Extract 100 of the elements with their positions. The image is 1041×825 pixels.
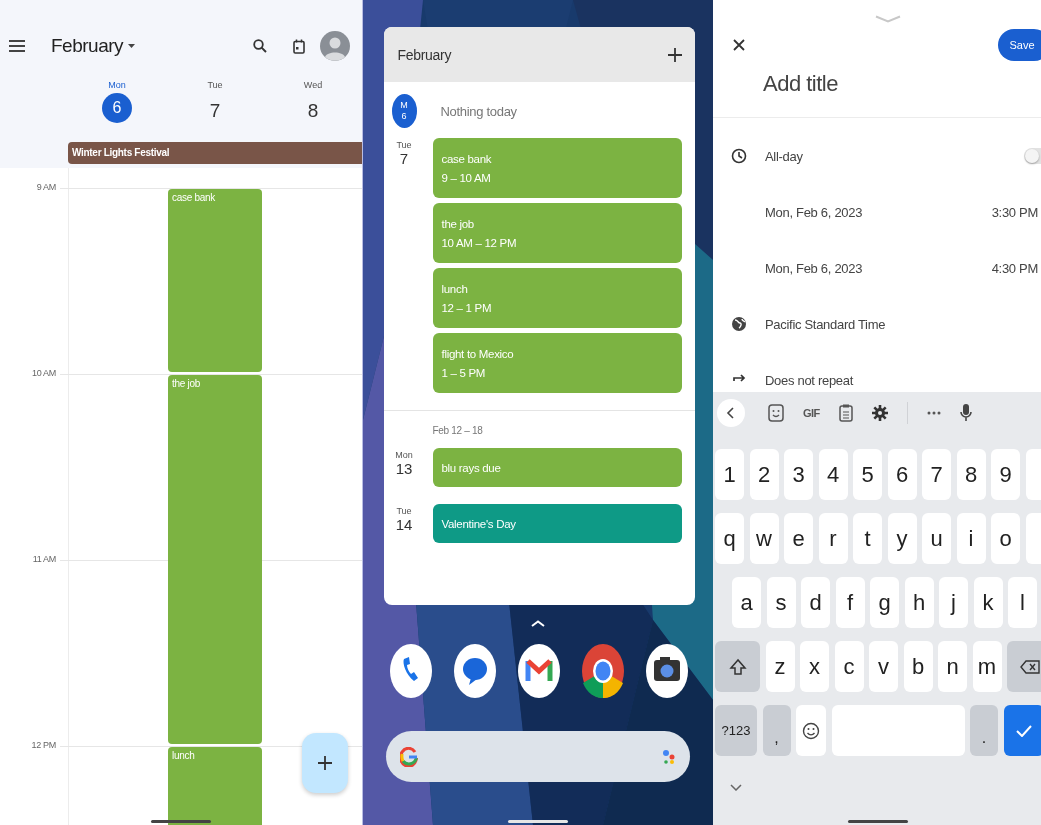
event-title: blu rays due	[441, 461, 502, 474]
keyboard-key[interactable]: x	[800, 641, 829, 692]
shift-key[interactable]	[715, 641, 760, 692]
globe-icon	[731, 316, 747, 332]
keyboard-key[interactable]: e	[784, 513, 813, 564]
weekday-label: Tue	[396, 506, 412, 516]
keyboard-key[interactable]: 3	[784, 449, 813, 500]
date-value[interactable]: Mon, Feb 6, 2023	[765, 260, 863, 276]
keyboard-key[interactable]: 2	[749, 449, 779, 500]
title-field[interactable]: Add title	[763, 69, 1023, 99]
month-selector[interactable]: February	[51, 35, 136, 57]
keyboard-key[interactable]: z	[765, 641, 795, 692]
keyboard-key[interactable]: t	[853, 513, 882, 564]
keyboard-key[interactable]: g	[870, 577, 899, 628]
sticker-icon[interactable]	[768, 404, 784, 422]
keyboard-key[interactable]: 4	[818, 449, 848, 500]
smiley-icon	[802, 721, 820, 740]
calendar-icon[interactable]	[293, 38, 305, 54]
keyboard-key[interactable]: m	[972, 641, 1002, 692]
colored-dots-icon[interactable]	[662, 747, 676, 766]
keyboard-key[interactable]: c	[834, 641, 864, 692]
date-number[interactable]: 6	[102, 93, 132, 123]
event-time: 1 – 5 PM	[441, 366, 487, 379]
chat-bubble-icon[interactable]	[453, 643, 497, 699]
keyboard-key[interactable]: n	[938, 641, 967, 692]
chevron-up-icon[interactable]	[531, 620, 545, 627]
keyboard-key[interactable]: y	[887, 513, 917, 564]
keyboard-key[interactable]: u	[922, 513, 951, 564]
keyboard-key[interactable]: a	[732, 577, 761, 628]
agenda-event[interactable]: Valentine's Day	[432, 504, 682, 543]
keyboard-key[interactable]: 6	[887, 449, 917, 500]
menu-icon[interactable]	[9, 40, 25, 52]
keyboard-key[interactable]: h	[904, 577, 934, 628]
backspace-key[interactable]	[1007, 641, 1041, 692]
gif-button[interactable]: GIF	[803, 407, 820, 419]
all-day-event[interactable]: Winter Lights Festival	[68, 142, 362, 164]
option-label[interactable]: Pacific Standard Time	[765, 316, 886, 332]
keyboard-key[interactable]: 5	[853, 449, 882, 500]
mic-icon[interactable]	[959, 404, 972, 422]
hour-label: 9 AM	[35, 182, 56, 192]
close-icon[interactable]	[733, 39, 745, 51]
chevron-down-icon[interactable]	[730, 784, 742, 791]
option-label[interactable]: Does not repeat	[765, 372, 853, 388]
settings-icon[interactable]	[871, 405, 888, 421]
keyboard-key[interactable]: d	[801, 577, 830, 628]
weekday-label: Mon	[108, 80, 126, 90]
keyboard-key[interactable]: i	[956, 513, 986, 564]
date-number[interactable]: 8	[298, 96, 328, 126]
clipboard-icon[interactable]	[838, 404, 853, 422]
home-indicator	[508, 820, 568, 823]
period-key[interactable]: .	[970, 705, 998, 756]
plus-icon	[317, 755, 333, 771]
more-icon[interactable]	[926, 411, 941, 415]
event-title: Valentine's Day	[441, 517, 517, 530]
time-value[interactable]: 4:30 PM	[991, 260, 1038, 276]
date-value[interactable]: Mon, Feb 6, 2023	[765, 204, 863, 220]
avatar[interactable]	[320, 31, 350, 61]
plus-icon[interactable]	[666, 46, 683, 63]
colored-circle-icon[interactable]	[581, 643, 625, 699]
weekday-label: Tue	[396, 140, 412, 150]
time-value[interactable]: 3:30 PM	[991, 204, 1038, 220]
keyboard-key[interactable]: s	[766, 577, 796, 628]
search-bar[interactable]	[386, 731, 690, 782]
keyboard-key[interactable]: q	[715, 513, 744, 564]
keyboard-key[interactable]: w	[749, 513, 779, 564]
date-number[interactable]: 7	[200, 96, 230, 126]
widget-title[interactable]: February	[397, 46, 667, 63]
event-time: 10 AM – 12 PM	[441, 236, 518, 249]
keyboard-key[interactable]: l	[1008, 577, 1037, 628]
emoji-key[interactable]	[796, 705, 826, 756]
date-number: 14	[395, 516, 413, 533]
keyboard-key[interactable]: v	[869, 641, 898, 692]
enter-key[interactable]	[1003, 705, 1041, 756]
date-number: 7	[399, 150, 409, 167]
keyboard-key[interactable]: b	[903, 641, 933, 692]
symbols-key[interactable]: ?123	[715, 705, 757, 756]
weekday-label: Mon	[395, 450, 413, 460]
search-icon[interactable]	[253, 39, 267, 53]
back-icon[interactable]	[717, 399, 745, 427]
camera-icon[interactable]	[645, 643, 689, 699]
keyboard-key[interactable]: 9	[991, 449, 1020, 500]
event-title: the job	[441, 217, 475, 230]
save-button[interactable]: Save	[998, 29, 1041, 61]
keyboard-key[interactable]: 7	[922, 449, 951, 500]
phone-icon[interactable]	[389, 643, 433, 699]
empty-note: Nothing today	[440, 103, 517, 119]
comma-key[interactable]: ,	[762, 705, 791, 756]
m-logo-icon[interactable]	[517, 643, 561, 699]
shift-icon	[728, 657, 747, 676]
keyboard-key[interactable]: f	[835, 577, 865, 628]
keyboard-key[interactable]: o	[991, 513, 1020, 564]
keyboard-key[interactable]: r	[818, 513, 848, 564]
keyboard-key[interactable]: 8	[956, 449, 986, 500]
date-range-label: Feb 12 – 18	[432, 425, 484, 436]
date-badge: M 6	[391, 94, 417, 128]
keyboard-key[interactable]: k	[973, 577, 1003, 628]
keyboard-key[interactable]: j	[939, 577, 968, 628]
keyboard-key[interactable]: 1	[715, 449, 744, 500]
hour-label: 11 AM	[31, 554, 56, 564]
date-number: 13	[395, 460, 413, 477]
